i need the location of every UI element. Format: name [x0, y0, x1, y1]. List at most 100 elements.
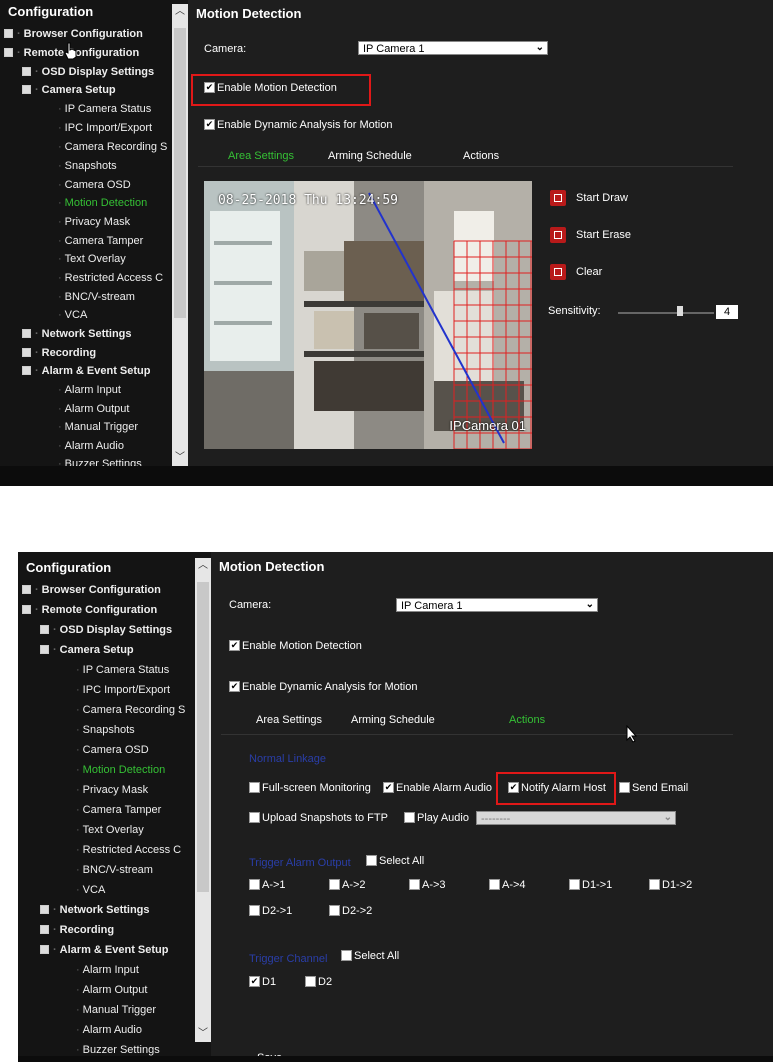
tree-camera-recording[interactable]: · Camera Recording S	[58, 141, 167, 153]
scroll-down-icon[interactable]: ﹀	[195, 1026, 211, 1042]
output-d1-2-checkbox[interactable]: D1->2	[649, 878, 692, 891]
tree-browser-configuration[interactable]: · Browser Configuration	[22, 584, 161, 596]
tree-ipc-import-export[interactable]: · IPC Import/Export	[58, 122, 152, 134]
sidebar-scrollbar[interactable]: ︿ ﹀	[195, 558, 211, 1042]
expand-icon[interactable]	[4, 47, 13, 57]
checkbox-checked-icon[interactable]: ✔	[383, 781, 394, 793]
camera-select[interactable]: IP Camera 1 ⌄	[396, 598, 598, 612]
collapse-icon[interactable]	[40, 644, 49, 654]
tree-osd-display-settings[interactable]: · OSD Display Settings	[40, 624, 172, 636]
tab-arming-schedule[interactable]: Arming Schedule	[328, 150, 412, 162]
collapse-icon[interactable]	[40, 944, 49, 954]
scroll-thumb[interactable]	[197, 582, 209, 892]
tree-buzzer-settings[interactable]: · Buzzer Settings	[76, 1044, 160, 1056]
tab-actions[interactable]: Actions	[463, 150, 499, 162]
tree-camera-tamper[interactable]: · Camera Tamper	[58, 235, 143, 247]
output-a1-checkbox[interactable]: A->1	[249, 878, 286, 891]
fullscreen-monitoring-checkbox[interactable]: Full-screen Monitoring	[249, 781, 371, 794]
tree-restricted-access[interactable]: · Restricted Access C	[76, 844, 181, 856]
tree-motion-detection[interactable]: · Motion Detection	[76, 764, 165, 776]
tree-bnc-v-stream[interactable]: · BNC/V-stream	[76, 864, 153, 876]
tree-camera-osd[interactable]: · Camera OSD	[58, 179, 131, 191]
slider-knob[interactable]	[677, 306, 683, 316]
checkbox-checked-icon[interactable]: ✔	[249, 975, 260, 987]
clear-button[interactable]: Clear	[550, 264, 602, 280]
expand-icon[interactable]	[22, 347, 31, 357]
tree-ip-camera-status[interactable]: · IP Camera Status	[58, 103, 151, 115]
tree-manual-trigger[interactable]: · Manual Trigger	[58, 421, 138, 433]
output-d2-1-checkbox[interactable]: D2->1	[249, 904, 292, 917]
tree-browser-configuration[interactable]: · Browser Configuration	[4, 28, 143, 40]
tree-network-settings[interactable]: · Network Settings	[22, 328, 132, 340]
tree-privacy-mask[interactable]: · Privacy Mask	[76, 784, 148, 796]
checkbox-checked-icon[interactable]: ✔	[229, 639, 240, 651]
tree-osd-display-settings[interactable]: · OSD Display Settings	[22, 66, 154, 78]
tree-network-settings[interactable]: · Network Settings	[40, 904, 150, 916]
tree-camera-recording[interactable]: · Camera Recording S	[76, 704, 185, 716]
select-all-outputs-checkbox[interactable]: Select All	[366, 854, 424, 867]
tree-snapshots[interactable]: · Snapshots	[76, 724, 135, 736]
tree-text-overlay[interactable]: · Text Overlay	[58, 253, 126, 265]
start-draw-button[interactable]: Start Draw	[550, 190, 628, 206]
tree-recording[interactable]: · Recording	[40, 924, 114, 936]
scroll-up-icon[interactable]: ︿	[172, 4, 188, 20]
tab-area-settings[interactable]: Area Settings	[228, 150, 294, 162]
tree-text-overlay[interactable]: · Text Overlay	[76, 824, 144, 836]
tree-alarm-event-setup[interactable]: · Alarm & Event Setup	[22, 365, 150, 377]
sidebar-scrollbar[interactable]: ︿ ﹀	[172, 4, 188, 466]
tree-bnc-v-stream[interactable]: · BNC/V-stream	[58, 291, 135, 303]
send-email-checkbox[interactable]: Send Email	[619, 781, 688, 794]
collapse-icon[interactable]	[22, 84, 31, 94]
tree-alarm-input[interactable]: · Alarm Input	[76, 964, 139, 976]
tree-privacy-mask[interactable]: · Privacy Mask	[58, 216, 130, 228]
camera-select[interactable]: IP Camera 1 ⌄	[358, 41, 548, 55]
enable-alarm-audio-checkbox[interactable]: ✔ Enable Alarm Audio	[383, 781, 492, 794]
tree-remote-configuration[interactable]: · Remote Configuration	[22, 604, 157, 616]
tree-camera-osd[interactable]: · Camera OSD	[76, 744, 149, 756]
tree-camera-setup[interactable]: · Camera Setup	[40, 644, 134, 656]
expand-icon[interactable]	[22, 328, 31, 338]
expand-icon[interactable]	[4, 28, 13, 38]
collapse-icon[interactable]	[22, 604, 31, 614]
tree-ip-camera-status[interactable]: · IP Camera Status	[76, 664, 169, 676]
tree-restricted-access[interactable]: · Restricted Access C	[58, 272, 163, 284]
expand-icon[interactable]	[40, 904, 49, 914]
output-a3-checkbox[interactable]: A->3	[409, 878, 446, 891]
channel-d1-checkbox[interactable]: ✔ D1	[249, 975, 276, 988]
expand-icon[interactable]	[40, 924, 49, 934]
scroll-thumb[interactable]	[174, 28, 186, 318]
tab-actions[interactable]: Actions	[509, 714, 545, 726]
sensitivity-slider[interactable]	[618, 312, 714, 314]
upload-snapshots-ftp-checkbox[interactable]: Upload Snapshots to FTP	[249, 811, 388, 824]
output-a4-checkbox[interactable]: A->4	[489, 878, 526, 891]
camera-video-preview[interactable]: 08-25-2018 Thu 13:24:59 IPCamera 01	[204, 181, 532, 449]
tree-vca[interactable]: · VCA	[58, 309, 87, 321]
collapse-icon[interactable]	[22, 365, 31, 375]
play-audio-checkbox[interactable]: Play Audio	[404, 811, 469, 824]
channel-d2-checkbox[interactable]: D2	[305, 975, 332, 988]
tree-vca[interactable]: · VCA	[76, 884, 105, 896]
scroll-down-icon[interactable]: ﹀	[172, 450, 188, 466]
tree-alarm-output[interactable]: · Alarm Output	[58, 403, 129, 415]
scroll-up-icon[interactable]: ︿	[195, 558, 211, 574]
tree-snapshots[interactable]: · Snapshots	[58, 160, 117, 172]
tree-camera-tamper[interactable]: · Camera Tamper	[76, 804, 161, 816]
checkbox-checked-icon[interactable]: ✔	[229, 680, 240, 692]
play-audio-select[interactable]: -------- ⌄	[476, 811, 676, 825]
tree-ipc-import-export[interactable]: · IPC Import/Export	[76, 684, 170, 696]
output-d2-2-checkbox[interactable]: D2->2	[329, 904, 372, 917]
expand-icon[interactable]	[40, 624, 49, 634]
tree-camera-setup[interactable]: · Camera Setup	[22, 84, 116, 96]
tree-alarm-audio[interactable]: · Alarm Audio	[76, 1024, 142, 1036]
tree-alarm-event-setup[interactable]: · Alarm & Event Setup	[40, 944, 168, 956]
output-a2-checkbox[interactable]: A->2	[329, 878, 366, 891]
tree-recording[interactable]: · Recording	[22, 347, 96, 359]
enable-dynamic-analysis-checkbox[interactable]: ✔ Enable Dynamic Analysis for Motion	[204, 118, 392, 131]
enable-dynamic-analysis-checkbox[interactable]: ✔ Enable Dynamic Analysis for Motion	[229, 680, 417, 693]
checkbox-checked-icon[interactable]: ✔	[204, 118, 215, 130]
tree-alarm-input[interactable]: · Alarm Input	[58, 384, 121, 396]
tree-alarm-audio[interactable]: · Alarm Audio	[58, 440, 124, 452]
start-erase-button[interactable]: Start Erase	[550, 227, 631, 243]
tree-manual-trigger[interactable]: · Manual Trigger	[76, 1004, 156, 1016]
expand-icon[interactable]	[22, 66, 31, 76]
